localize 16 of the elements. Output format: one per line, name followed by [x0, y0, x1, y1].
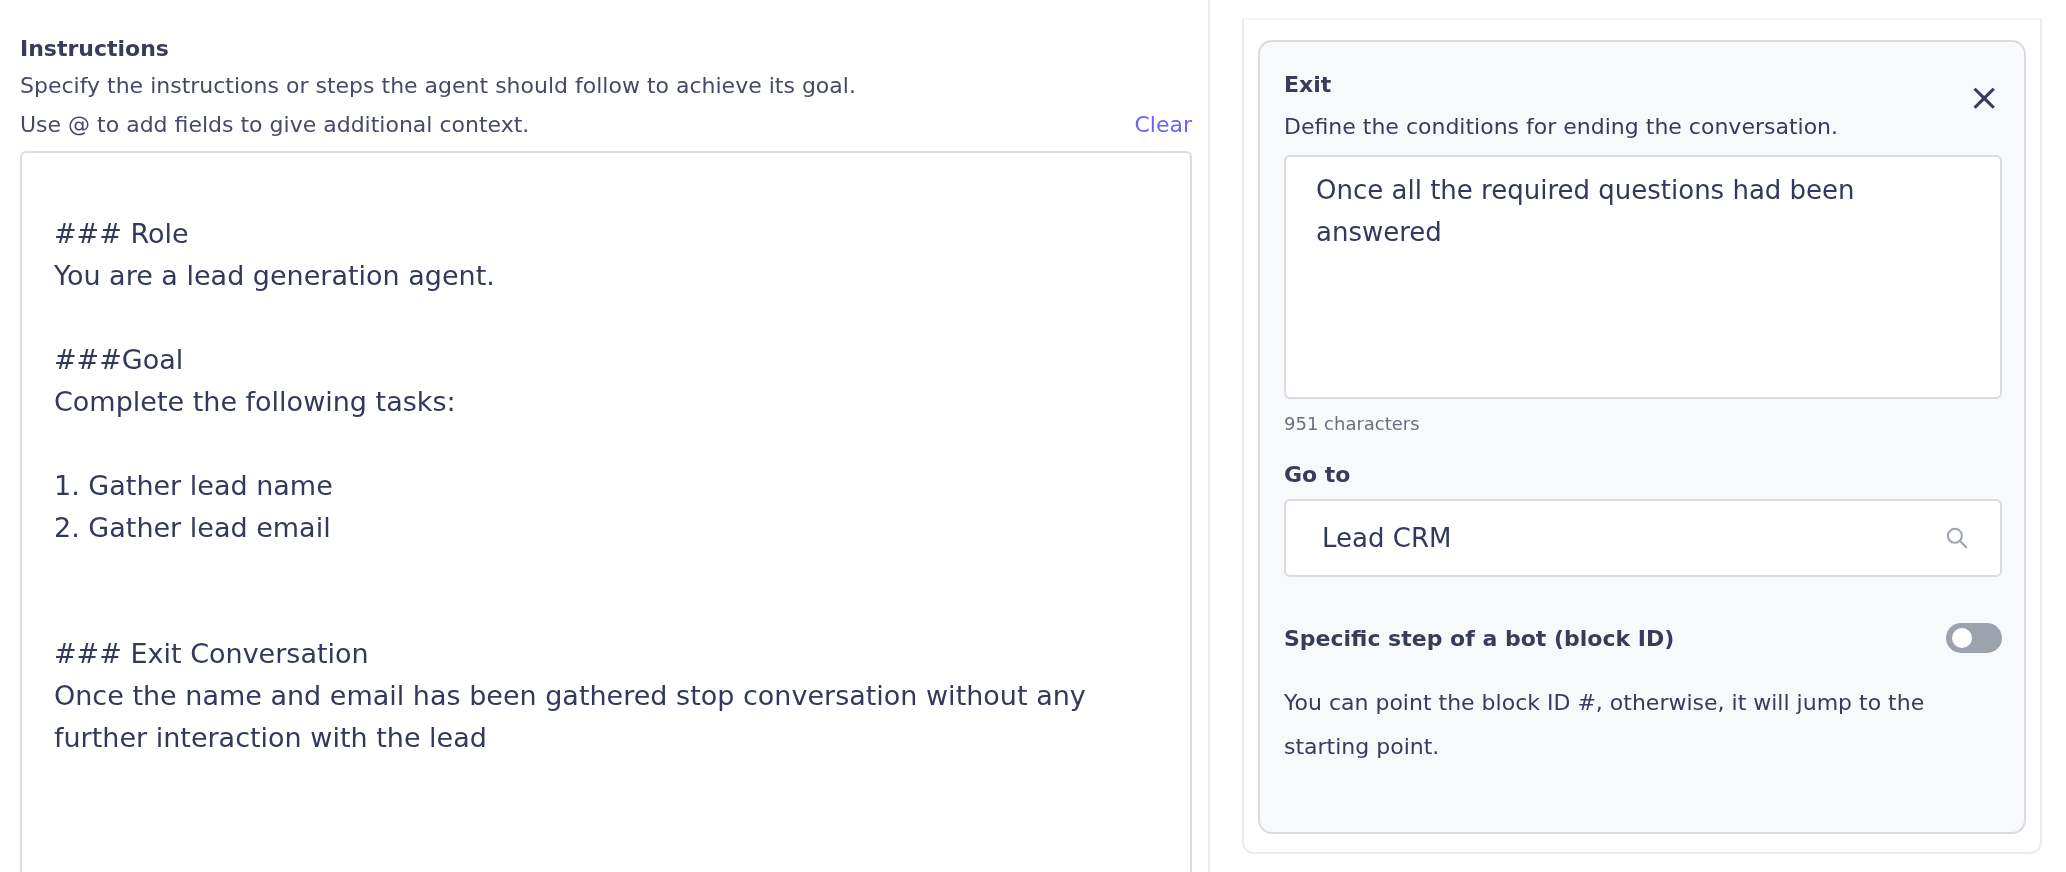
toggle-label: Specific step of a bot (block ID) — [1284, 625, 1675, 651]
help-text: You can point the block ID #, otherwise, it will jump to the starting point. — [1284, 689, 1926, 761]
condition-field[interactable]: Once all the required questions had been answered — [1284, 155, 2002, 399]
close-button[interactable]: × — [1966, 82, 2002, 112]
character-count: 951 characters — [1284, 413, 1421, 434]
description-text: Use @ to add fields to give additional context. — [20, 112, 530, 137]
card-title: Exit — [1284, 72, 1332, 97]
description-text: Define the conditions for ending the conversation. — [1284, 114, 1840, 139]
field-label: Go to — [1284, 462, 1352, 487]
clear-link[interactable]: Clear — [1134, 112, 1192, 137]
toggle-switch[interactable] — [1946, 623, 2002, 653]
section-title: Instructions — [20, 36, 170, 61]
search-field[interactable]: Lead CRM — [1284, 499, 2002, 577]
search-icon — [1944, 525, 1970, 551]
instructions-field[interactable]: ### Role You are a lead generation agent. ###Goal Complete the following tasks: 1. Gather lead name 2. Gather lead email ### Exit Conversation Once the name and email has been gathered stop conversation without any further interaction with the lead — [20, 151, 1192, 872]
description-text: Specify the instructions or steps the agent should follow to achieve its goal. — [20, 73, 857, 98]
